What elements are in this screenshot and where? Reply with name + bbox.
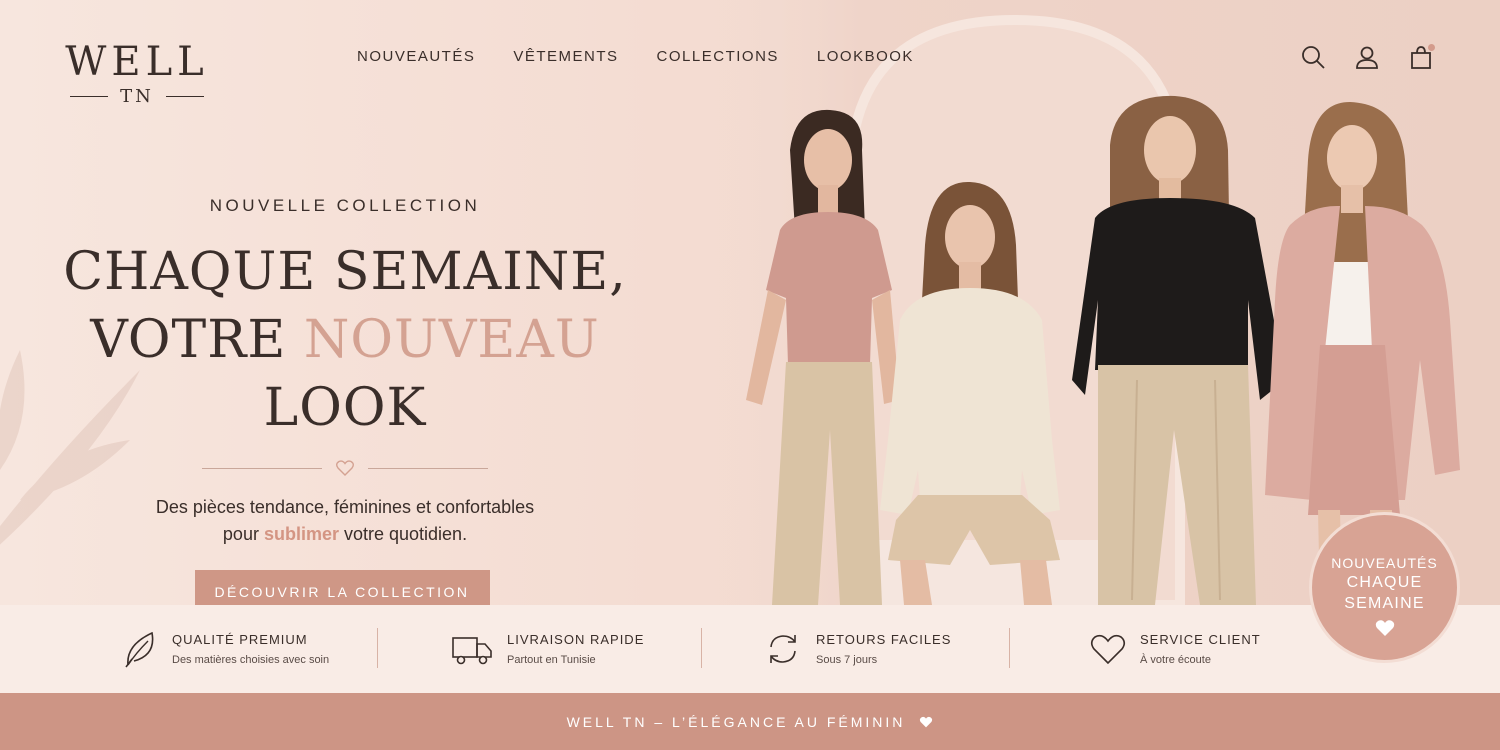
footer-band: WELL TN – L’ÉLÉGANCE AU FÉMININ bbox=[0, 693, 1500, 750]
brand-sub: TN bbox=[120, 86, 154, 107]
footer-tagline: WELL TN – L’ÉLÉGANCE AU FÉMININ bbox=[566, 713, 906, 730]
headline-accent: NOUVEAU bbox=[303, 310, 600, 370]
badge-line-1: NOUVEAUTÉS bbox=[1331, 555, 1438, 571]
feature-separator bbox=[377, 628, 378, 668]
subtitle-post: votre quotidien. bbox=[338, 524, 468, 544]
divider-line-left bbox=[202, 467, 322, 469]
feature-title: RETOURS FACILES bbox=[816, 632, 952, 647]
headline-post: LOOK bbox=[263, 378, 427, 438]
badge-line-3: SEMAINE bbox=[1344, 595, 1425, 612]
feature-subtitle: Sous 7 jours bbox=[816, 654, 878, 666]
feature-subtitle: À votre écoute bbox=[1140, 654, 1211, 666]
truck-icon bbox=[452, 637, 492, 665]
leaf-icon bbox=[125, 631, 154, 668]
main-nav: NOUVEAUTÉS VÊTEMENTS COLLECTIONS LOOKBOO… bbox=[357, 48, 914, 65]
feature-subtitle: Partout en Tunisie bbox=[507, 654, 596, 666]
brand-name: WELL bbox=[65, 39, 209, 85]
feature-title: SERVICE CLIENT bbox=[1140, 632, 1261, 647]
nav-item-lookbook[interactable]: LOOKBOOK bbox=[817, 48, 914, 65]
new-weekly-badge: NOUVEAUTÉS CHAQUE SEMAINE bbox=[1309, 512, 1460, 663]
nav-item-collections[interactable]: COLLECTIONS bbox=[657, 48, 779, 65]
header-icons bbox=[1300, 44, 1435, 70]
hero-eyebrow: NOUVELLE COLLECTION bbox=[209, 196, 481, 215]
logo-divider-right bbox=[165, 95, 204, 98]
refresh-icon bbox=[770, 635, 796, 663]
feature-subtitle: Des matières choisies avec soin bbox=[172, 654, 330, 666]
hero-divider bbox=[40, 460, 650, 476]
feature-separator bbox=[701, 628, 702, 668]
headline-line-1: CHAQUE SEMAINE, bbox=[63, 242, 627, 302]
heart-icon bbox=[920, 716, 933, 727]
feature-separator bbox=[1009, 628, 1010, 668]
hero-headline: CHAQUE SEMAINE, VOTRE NOUVEAU LOOK bbox=[40, 238, 650, 442]
heart-outline-icon bbox=[336, 460, 354, 476]
feature-delivery: LIVRAISON RAPIDE Partout en Tunisie bbox=[451, 605, 644, 693]
divider-line-right bbox=[368, 467, 488, 469]
feature-title: LIVRAISON RAPIDE bbox=[507, 632, 645, 647]
nav-item-nouveautes[interactable]: NOUVEAUTÉS bbox=[357, 48, 475, 65]
brand-logo[interactable]: WELL TN bbox=[64, 40, 210, 107]
hero-text: NOUVELLE COLLECTION CHAQUE SEMAINE, VOTR… bbox=[40, 196, 650, 605]
feature-quality: QUALITÉ PREMIUM Des matières choisies av… bbox=[122, 605, 329, 693]
user-icon[interactable] bbox=[1354, 44, 1380, 70]
subtitle-line-1: Des pièces tendance, féminines et confor… bbox=[155, 497, 535, 517]
brand-sub-row: TN bbox=[64, 86, 210, 107]
hero-section: WELL TN NOUVEAUTÉS VÊTEMENTS COLLECTIONS… bbox=[0, 0, 1500, 605]
heart-icon bbox=[1312, 619, 1457, 642]
heart-icon bbox=[1090, 634, 1126, 665]
feature-service: SERVICE CLIENT À votre écoute bbox=[1090, 605, 1261, 693]
cart-indicator bbox=[1428, 44, 1435, 51]
hero-subtitle: Des pièces tendance, féminines et confor… bbox=[40, 494, 650, 548]
features-strip: QUALITÉ PREMIUM Des matières choisies av… bbox=[0, 605, 1500, 693]
headline-pre: VOTRE bbox=[90, 310, 304, 370]
subtitle-pre: pour bbox=[222, 524, 264, 544]
search-icon[interactable] bbox=[1300, 44, 1326, 70]
feature-title: QUALITÉ PREMIUM bbox=[172, 632, 308, 647]
logo-divider-left bbox=[70, 95, 109, 98]
feature-returns: RETOURS FACILES Sous 7 jours bbox=[764, 605, 951, 693]
shopping-bag-icon[interactable] bbox=[1408, 44, 1435, 70]
discover-collection-button[interactable]: DÉCOUVRIR LA COLLECTION bbox=[194, 570, 490, 605]
subtitle-accent: sublimer bbox=[263, 524, 339, 544]
nav-item-vetements[interactable]: VÊTEMENTS bbox=[513, 48, 618, 65]
badge-line-2: CHAQUE bbox=[1346, 574, 1423, 591]
